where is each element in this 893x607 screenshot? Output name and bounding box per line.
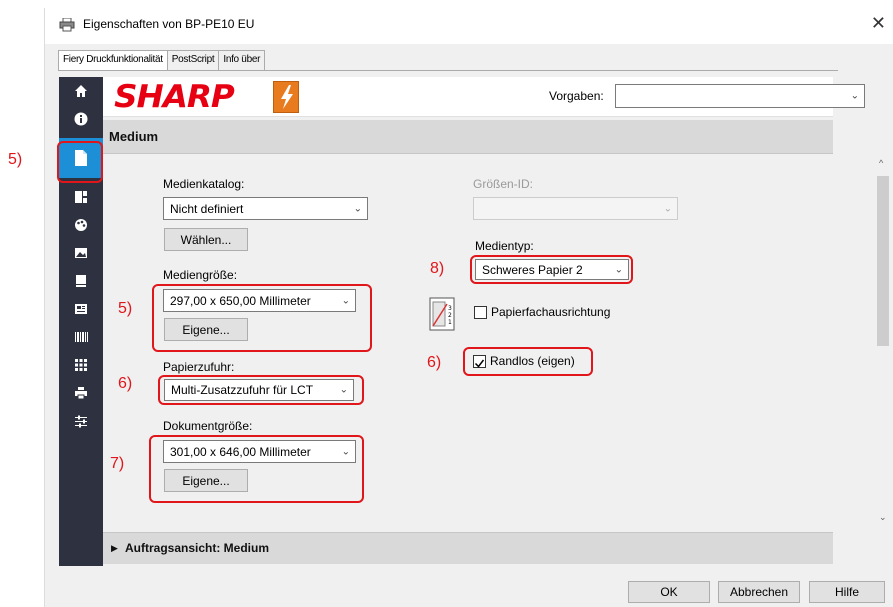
chevron-down-icon: ⌄ <box>353 203 362 214</box>
chevron-down-icon: ⌄ <box>850 90 859 102</box>
medientyp-select[interactable]: Schweres Papier 2 ⌄ <box>475 259 629 280</box>
fiery-logo-icon <box>273 81 299 113</box>
dokumentgroesse-select[interactable]: 301,00 x 646,00 Millimeter ⌄ <box>163 440 356 463</box>
logo-bar: SHARP Vorgaben: ⌄ <box>103 77 865 117</box>
paper-orientation-icon: 3 2 1 <box>429 297 455 331</box>
printer-title-icon <box>59 18 75 32</box>
sidebar-item-color[interactable] <box>59 211 103 239</box>
window-title: Eigenschaften von BP-PE10 EU <box>83 17 255 31</box>
ok-button[interactable]: OK <box>628 581 710 603</box>
scroll-up-icon[interactable]: ^ <box>879 158 883 168</box>
svg-text:1: 1 <box>448 319 452 326</box>
expand-triangle-icon: ▶ <box>111 543 118 553</box>
papierzufuhr-label: Papierzufuhr: <box>163 360 235 374</box>
dokumentgroesse-value: 301,00 x 646,00 Millimeter <box>170 444 311 459</box>
sidebar-item-image[interactable] <box>59 239 103 267</box>
eigene-size-button[interactable]: Eigene... <box>164 318 248 341</box>
medienkatalog-select[interactable]: Nicht definiert ⌄ <box>163 197 368 220</box>
chevron-down-icon: ⌄ <box>614 264 623 275</box>
sidebar-item-settings[interactable] <box>59 407 103 435</box>
annotation-6-borderless: 6) <box>427 354 442 371</box>
sidebar-item-layout[interactable] <box>59 183 103 211</box>
chevron-down-icon: ⌄ <box>663 203 672 214</box>
vorgaben-select[interactable]: ⌄ <box>615 84 865 108</box>
book-icon <box>76 275 86 287</box>
mediengroesse-label: Mediengröße: <box>163 268 238 282</box>
chevron-down-icon: ⌄ <box>339 384 348 396</box>
vorgaben-label: Vorgaben: <box>549 89 604 103</box>
annotation-5-sidebar: 5) <box>8 151 23 168</box>
sidebar-item-grid[interactable] <box>59 351 103 379</box>
barcode-icon <box>75 332 88 342</box>
tab-info[interactable]: Info über <box>218 50 266 70</box>
home-icon <box>75 85 87 97</box>
mediengroesse-value: 297,00 x 650,00 Millimeter <box>170 293 311 308</box>
annotation-6-feed: 6) <box>118 375 133 392</box>
sidebar-item-barcode[interactable] <box>59 323 103 351</box>
abbrechen-button[interactable]: Abbrechen <box>718 581 800 603</box>
eigene-doc-button[interactable]: Eigene... <box>164 469 248 492</box>
medienkatalog-value: Nicht definiert <box>170 201 244 216</box>
layout-icon <box>75 191 87 203</box>
sidebar-item-book[interactable] <box>59 267 103 295</box>
tab-strip: Fiery Druckfunktionalität PostScript Inf… <box>58 50 266 71</box>
chevron-down-icon: ⌄ <box>341 295 350 306</box>
randlos-checkbox[interactable] <box>473 355 486 368</box>
groessen-id-label: Größen-ID: <box>473 177 534 191</box>
papierzufuhr-value: Multi-Zusatzzufuhr für LCT <box>171 383 314 397</box>
stamp-icon <box>75 304 87 314</box>
svg-text:2: 2 <box>448 312 452 319</box>
hilfe-button[interactable]: Hilfe <box>809 581 885 603</box>
auftragsansicht-label: Auftragsansicht: Medium <box>125 541 270 555</box>
medientyp-label: Medientyp: <box>475 239 534 253</box>
tab-fiery[interactable]: Fiery Druckfunktionalität <box>58 50 168 71</box>
close-icon[interactable]: ✕ <box>871 13 886 34</box>
svg-text:3: 3 <box>448 305 452 312</box>
sliders-icon <box>75 415 87 428</box>
vertical-scrollbar[interactable]: ^ ⌄ <box>873 154 893 527</box>
scroll-thumb[interactable] <box>877 176 889 346</box>
dokumentgroesse-label: Dokumentgröße: <box>163 419 253 433</box>
highlight-sidebar-media <box>57 141 103 183</box>
papierfach-label: Papierfachausrichtung <box>491 305 611 319</box>
medientyp-value: Schweres Papier 2 <box>482 262 583 277</box>
medienkatalog-label: Medienkatalog: <box>163 177 245 191</box>
mediengroesse-select[interactable]: 297,00 x 650,00 Millimeter ⌄ <box>163 289 356 312</box>
groessen-id-select[interactable]: ⌄ <box>473 197 678 220</box>
image-icon <box>75 248 87 258</box>
page: 5) Eigenschaften von BP-PE10 EU ✕ Fiery … <box>0 0 893 607</box>
scroll-down-icon[interactable]: ⌄ <box>879 512 887 523</box>
info-icon <box>74 112 88 126</box>
tab-postscript[interactable]: PostScript <box>166 50 220 70</box>
annotation-5-size: 5) <box>118 300 133 317</box>
sidebar-item-stamp[interactable] <box>59 295 103 323</box>
section-header-medium: Medium <box>103 120 833 154</box>
waehlen-button[interactable]: Wählen... <box>164 228 248 251</box>
chevron-down-icon: ⌄ <box>341 446 350 457</box>
color-palette-icon <box>75 219 87 231</box>
sidebar-item-home[interactable] <box>59 77 103 105</box>
section-auftragsansicht[interactable]: ▶ Auftragsansicht: Medium <box>103 532 833 564</box>
randlos-label: Randlos (eigen) <box>490 354 575 368</box>
papierzufuhr-select[interactable]: Multi-Zusatzzufuhr für LCT ⌄ <box>164 379 354 401</box>
grid-icon <box>75 359 87 371</box>
annotation-7-doc: 7) <box>110 455 125 472</box>
sharp-logo: SHARP <box>114 79 235 115</box>
title-bar: Eigenschaften von BP-PE10 EU ✕ <box>45 8 893 44</box>
printer-icon <box>75 387 87 400</box>
tab-divider <box>58 70 838 71</box>
section-title: Medium <box>109 129 159 144</box>
sidebar-item-info[interactable] <box>59 105 103 133</box>
papierfach-checkbox[interactable] <box>474 306 487 319</box>
checkmark-icon <box>474 359 485 368</box>
annotation-8-type: 8) <box>430 260 445 277</box>
sidebar-item-printer[interactable] <box>59 379 103 407</box>
